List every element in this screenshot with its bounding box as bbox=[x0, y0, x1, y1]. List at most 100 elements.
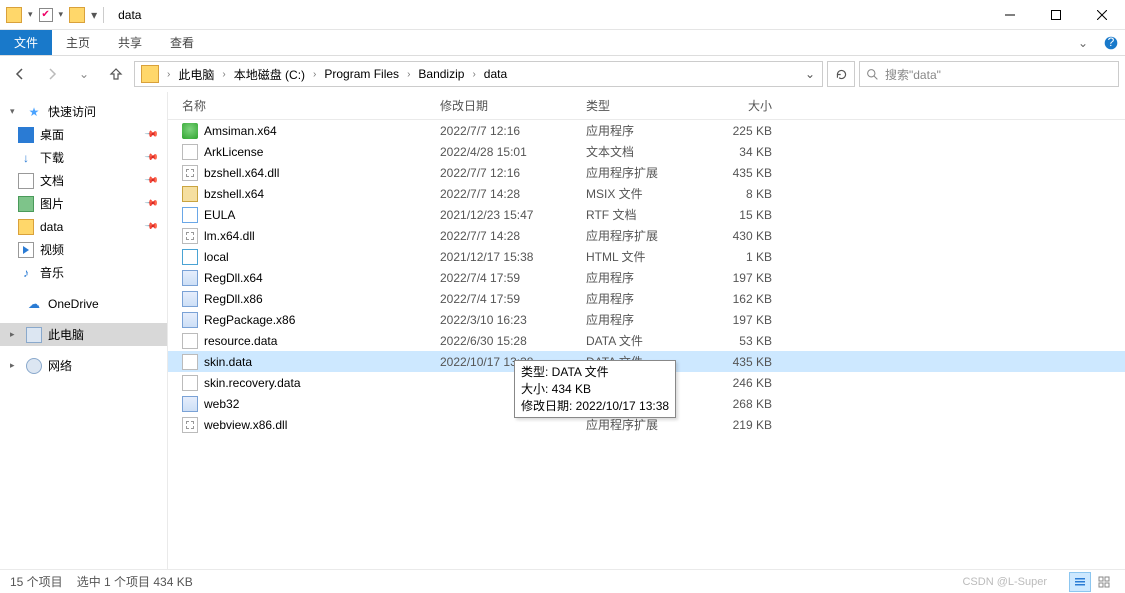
nav-forward-button[interactable] bbox=[38, 60, 66, 88]
file-row[interactable]: RegDll.x642022/7/4 17:59应用程序197 KB bbox=[168, 267, 1125, 288]
ribbon-expand-icon[interactable]: ⌄ bbox=[1069, 30, 1097, 55]
crumb-data[interactable]: data bbox=[480, 67, 511, 81]
zip-icon bbox=[182, 186, 198, 202]
status-selection: 选中 1 个项目 434 KB bbox=[77, 573, 193, 590]
svg-text:?: ? bbox=[1108, 36, 1115, 49]
ribbon: 文件 主页 共享 查看 ⌄ ? bbox=[0, 30, 1125, 56]
file-row[interactable]: resource.data2022/6/30 15:28DATA 文件53 KB bbox=[168, 330, 1125, 351]
column-name[interactable]: 名称 bbox=[168, 97, 426, 114]
file-row[interactable]: lm.x64.dll2022/7/7 14:28应用程序扩展430 KB bbox=[168, 225, 1125, 246]
window-title: data bbox=[110, 8, 141, 22]
column-type[interactable]: 类型 bbox=[572, 97, 700, 114]
exe-icon bbox=[182, 396, 198, 412]
column-size[interactable]: 大小 bbox=[700, 97, 790, 114]
sidebar-item[interactable]: 桌面📌 bbox=[0, 123, 167, 146]
chevron-right-icon[interactable]: › bbox=[403, 69, 414, 80]
address-dropdown-icon[interactable]: ⌄ bbox=[800, 67, 820, 81]
crumb-thispc[interactable]: 此电脑 bbox=[174, 66, 218, 83]
chevron-right-icon[interactable]: › bbox=[163, 69, 174, 80]
chevron-right-icon[interactable]: ▸ bbox=[10, 360, 20, 371]
help-icon[interactable]: ? bbox=[1097, 30, 1125, 55]
breadcrumb[interactable]: › 此电脑 › 本地磁盘 (C:) › Program Files › Band… bbox=[134, 61, 823, 87]
vid-icon bbox=[18, 242, 34, 258]
nav-quick-access[interactable]: ▾ ★ 快速访问 bbox=[0, 100, 167, 123]
dl-icon: ↓ bbox=[18, 150, 34, 166]
qat-dropdown-icon[interactable]: ▾ bbox=[59, 9, 64, 20]
file-row[interactable]: ArkLicense2022/4/28 15:01文本文档34 KB bbox=[168, 141, 1125, 162]
chevron-down-icon[interactable]: ▾ bbox=[10, 106, 20, 117]
file-type: 应用程序 bbox=[572, 269, 700, 286]
crumb-programfiles[interactable]: Program Files bbox=[320, 67, 403, 81]
file-size: 435 KB bbox=[700, 355, 790, 369]
crumb-drive[interactable]: 本地磁盘 (C:) bbox=[230, 66, 309, 83]
sidebar-item[interactable]: 视频 bbox=[0, 238, 167, 261]
file-date: 2022/3/10 16:23 bbox=[426, 313, 572, 327]
file-type: 应用程序扩展 bbox=[572, 164, 700, 181]
tab-share[interactable]: 共享 bbox=[104, 30, 156, 55]
nav-recent-icon[interactable]: ⌄ bbox=[70, 60, 98, 88]
chevron-right-icon[interactable]: › bbox=[218, 69, 229, 80]
file-date: 2022/6/30 15:28 bbox=[426, 334, 572, 348]
file-type: MSIX 文件 bbox=[572, 185, 700, 202]
file-row[interactable]: RegDll.x862022/7/4 17:59应用程序162 KB bbox=[168, 288, 1125, 309]
file-row[interactable]: EULA2021/12/23 15:47RTF 文档15 KB bbox=[168, 204, 1125, 225]
cloud-icon: ☁ bbox=[26, 296, 42, 312]
open-folder-icon[interactable] bbox=[69, 7, 85, 23]
tab-file[interactable]: 文件 bbox=[0, 30, 52, 55]
qat-dropdown-icon[interactable]: ▾ bbox=[28, 9, 33, 20]
nav-network[interactable]: ▸ 网络 bbox=[0, 354, 167, 377]
view-details-icon[interactable] bbox=[1069, 572, 1091, 592]
pin-icon: 📌 bbox=[144, 219, 160, 235]
sidebar-item[interactable]: ↓下载📌 bbox=[0, 146, 167, 169]
properties-icon[interactable]: ✔ bbox=[39, 8, 53, 22]
sidebar-item[interactable]: 文档 📌 bbox=[0, 169, 167, 192]
file-name: skin.data bbox=[204, 355, 426, 369]
file-name: web32 bbox=[204, 397, 426, 411]
file-size: 34 KB bbox=[700, 145, 790, 159]
nav-back-button[interactable] bbox=[6, 60, 34, 88]
file-row[interactable]: local2021/12/17 15:38HTML 文件1 KB bbox=[168, 246, 1125, 267]
qat-overflow-icon[interactable]: ▾ bbox=[91, 8, 97, 22]
pc-icon bbox=[26, 327, 42, 343]
nav-this-pc[interactable]: ▸ 此电脑 bbox=[0, 323, 167, 346]
chevron-right-icon[interactable]: › bbox=[309, 69, 320, 80]
file-type: 应用程序 bbox=[572, 122, 700, 139]
file-name: Amsiman.x64 bbox=[204, 124, 426, 138]
exe-icon bbox=[182, 312, 198, 328]
chevron-right-icon[interactable]: ▸ bbox=[10, 329, 20, 340]
folder-icon bbox=[6, 7, 22, 23]
tab-view[interactable]: 查看 bbox=[156, 30, 208, 55]
status-item-count: 15 个项目 bbox=[10, 573, 63, 590]
file-name: bzshell.x64.dll bbox=[204, 166, 426, 180]
refresh-button[interactable] bbox=[827, 61, 855, 87]
file-list: 名称 修改日期 类型 大小 Amsiman.x642022/7/7 12:16应… bbox=[168, 92, 1125, 569]
crumb-bandizip[interactable]: Bandizip bbox=[414, 67, 468, 81]
file-name: local bbox=[204, 250, 426, 264]
sidebar-item[interactable]: data📌 bbox=[0, 215, 167, 238]
file-date: 2021/12/17 15:38 bbox=[426, 250, 572, 264]
view-thumbnails-icon[interactable] bbox=[1093, 572, 1115, 592]
column-date[interactable]: 修改日期 bbox=[426, 97, 572, 114]
file-row[interactable]: Amsiman.x642022/7/7 12:16应用程序225 KB bbox=[168, 120, 1125, 141]
file-date: 2022/4/28 15:01 bbox=[426, 145, 572, 159]
close-button[interactable] bbox=[1079, 0, 1125, 30]
search-input[interactable]: 搜索"data" bbox=[859, 61, 1119, 87]
file-name: ArkLicense bbox=[204, 145, 426, 159]
nav-up-button[interactable] bbox=[102, 60, 130, 88]
maximize-button[interactable] bbox=[1033, 0, 1079, 30]
file-row[interactable]: RegPackage.x862022/3/10 16:23应用程序197 KB bbox=[168, 309, 1125, 330]
nav-onedrive[interactable]: ▸ ☁ OneDrive bbox=[0, 292, 167, 315]
file-date: 2022/7/7 12:16 bbox=[426, 166, 572, 180]
sidebar-item[interactable]: ♪音乐 bbox=[0, 261, 167, 284]
file-date: 2022/7/7 12:16 bbox=[426, 124, 572, 138]
sidebar-item[interactable]: 图片📌 bbox=[0, 192, 167, 215]
minimize-button[interactable] bbox=[987, 0, 1033, 30]
exe-icon bbox=[182, 270, 198, 286]
file-row[interactable]: bzshell.x64.dll2022/7/7 12:16应用程序扩展435 K… bbox=[168, 162, 1125, 183]
chevron-right-icon[interactable]: › bbox=[468, 69, 479, 80]
pin-icon: 📌 bbox=[144, 173, 160, 189]
tab-home[interactable]: 主页 bbox=[52, 30, 104, 55]
file-name: webview.x86.dll bbox=[204, 418, 426, 432]
sidebar-item-label: 文档 bbox=[40, 172, 64, 189]
file-row[interactable]: bzshell.x642022/7/7 14:28MSIX 文件8 KB bbox=[168, 183, 1125, 204]
